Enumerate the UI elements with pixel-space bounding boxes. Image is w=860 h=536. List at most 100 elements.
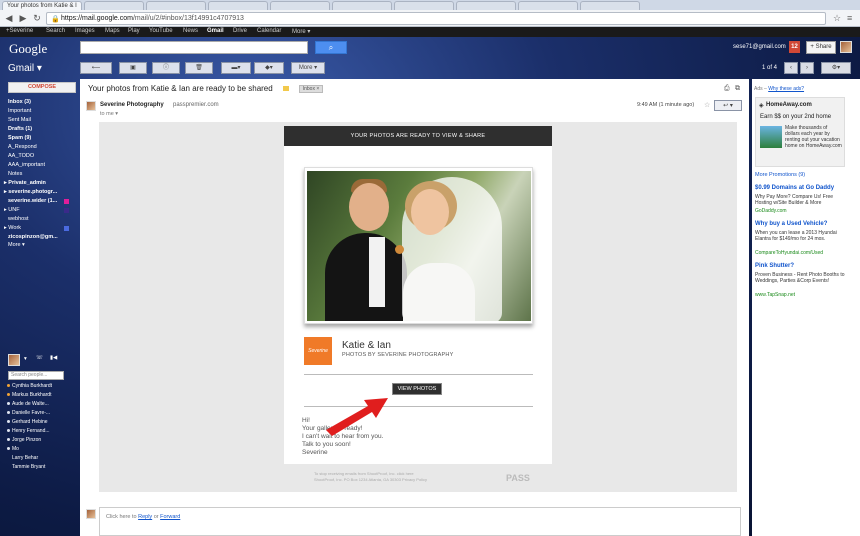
gbar-item[interactable]: News [183, 28, 198, 34]
sidebar-item-label[interactable]: Notes [8, 171, 22, 177]
gallery-photo[interactable] [304, 167, 533, 324]
more-button[interactable]: More ▾ [291, 62, 325, 74]
chat-contact[interactable]: Henry Fernand... [7, 428, 50, 434]
browser-tab[interactable] [146, 1, 206, 10]
gbar-item[interactable]: Calendar [257, 28, 281, 34]
notification-badge[interactable]: 12 [789, 41, 800, 53]
chat-contact[interactable]: Danielle Favre-... [7, 410, 50, 416]
sender-name[interactable]: Severine Photography [100, 102, 164, 108]
move-to-button[interactable]: ▬▾ [221, 62, 251, 74]
browser-tab[interactable] [208, 1, 268, 10]
search-input[interactable] [80, 41, 308, 54]
chat-search-input[interactable]: Search people... [8, 371, 64, 380]
ad-url[interactable]: CompareToHyundai.com/Used [755, 250, 823, 256]
chat-avatar[interactable] [8, 354, 20, 366]
browser-tab[interactable] [394, 1, 454, 10]
gmail-menu[interactable]: Gmail ▾ [8, 63, 42, 74]
video-icon[interactable]: ▮◀ [50, 355, 57, 361]
url-input[interactable]: 🔒 https://mail.google.com/mail/u/2/#inbo… [46, 12, 826, 25]
sidebar-item-label[interactable]: webhost [8, 216, 29, 222]
sidebar-item-sent[interactable]: Sent Mail [8, 117, 31, 123]
reload-icon[interactable]: ↻ [31, 13, 43, 24]
inbox-label-chip[interactable]: Inbox × [299, 85, 323, 93]
chat-contact[interactable]: Mo [7, 446, 19, 452]
new-window-icon[interactable]: ⧉ [735, 85, 740, 93]
back-to-inbox-button[interactable]: ⟵ [80, 62, 112, 74]
chat-contact[interactable]: Jorge Pinzon [7, 437, 41, 443]
chat-contact[interactable]: Cynthia Burkhardt [7, 383, 52, 389]
sidebar-item-label[interactable]: ▸ UNF [4, 207, 20, 213]
sidebar-item-label[interactable]: A_Respond [8, 144, 37, 150]
print-icon[interactable]: ⎙ [724, 85, 730, 93]
ad-url[interactable]: www.TapSnap.net [755, 292, 795, 298]
sidebar-item-label[interactable]: AAA_important [8, 162, 45, 168]
forward-icon[interactable]: ▶ [17, 13, 29, 24]
gbar-item[interactable]: Play [128, 28, 140, 34]
bookmark-star-icon[interactable]: ☆ [833, 13, 841, 24]
sidebar-item-label[interactable]: ▸ Work [4, 225, 21, 231]
gbar-item[interactable]: +Severine [6, 28, 33, 34]
sidebar-item-drafts[interactable]: Drafts (1) [8, 126, 32, 132]
sidebar-item-important[interactable]: Important [8, 108, 31, 114]
quick-reply-box[interactable]: Click here to Reply or Forward [99, 507, 741, 536]
browser-tab[interactable] [518, 1, 578, 10]
gbar-item[interactable]: More ▾ [292, 28, 310, 35]
report-spam-button[interactable]: ⓘ [152, 62, 180, 74]
star-icon[interactable]: ☆ [704, 101, 710, 109]
reply-button[interactable]: ↩ ▾ [714, 100, 742, 111]
sidebar-item-label[interactable]: ▸ severine.photogr... [4, 189, 57, 195]
ad-url[interactable]: GoDaddy.com [755, 208, 787, 214]
view-photos-button[interactable]: VIEW PHOTOS [392, 383, 442, 395]
archive-button[interactable]: ▣ [119, 62, 147, 74]
status-dropdown[interactable]: ▾ [24, 356, 27, 362]
account-email[interactable]: sese71@gmail.com [733, 44, 786, 50]
more-promotions-link[interactable]: More Promotions (9) [755, 172, 805, 178]
browser-tab-active[interactable]: Your photos from Katie & I [2, 1, 82, 10]
forward-link[interactable]: Forward [160, 514, 180, 520]
ad-title[interactable]: $0.99 Domains at Go Daddy [755, 185, 834, 191]
sidebar-item-spam[interactable]: Spam (9) [8, 135, 31, 141]
gbar-item-active[interactable]: Gmail [207, 28, 224, 34]
avatar[interactable] [840, 41, 852, 53]
settings-button[interactable]: ⚙▾ [821, 62, 851, 74]
compose-button[interactable]: COMPOSE [8, 82, 76, 93]
newer-button[interactable]: ‹ [784, 62, 798, 74]
menu-icon[interactable]: ≡ [847, 13, 852, 23]
gbar-item[interactable]: Images [75, 28, 95, 34]
chat-contact[interactable]: Larry Behar [12, 455, 38, 461]
ad-title[interactable]: Pink Shutter? [755, 263, 794, 269]
recipient-details[interactable]: to me ▾ [100, 111, 118, 117]
chat-contact[interactable]: Tammie Bryant [12, 464, 45, 470]
browser-tab[interactable] [456, 1, 516, 10]
sidebar-item-inbox[interactable]: Inbox (3) [8, 99, 31, 105]
chat-contact[interactable]: Gerhard Hebine [7, 419, 48, 425]
sidebar-item-label[interactable]: zicospinzon@gm... [8, 234, 58, 240]
share-button[interactable]: + Share [806, 41, 836, 54]
promo-card[interactable]: ◈ HomeAway.com Earn $$ on your 2nd home … [755, 97, 845, 167]
reply-link[interactable]: Reply [138, 514, 152, 520]
ad-title[interactable]: Why buy a Used Vehicle? [755, 221, 827, 227]
sidebar-item-label[interactable]: AA_TODO [8, 153, 34, 159]
gbar-item[interactable]: YouTube [149, 28, 173, 34]
sidebar-item-label[interactable]: severine.wider (1... [8, 198, 57, 204]
google-logo[interactable]: Google [9, 41, 47, 57]
sidebar-item-label[interactable]: ▸ Private_admin [4, 180, 46, 186]
chat-contact[interactable]: Aude de Walte... [7, 401, 49, 407]
phone-icon[interactable]: ☏ [36, 355, 43, 361]
gbar-item[interactable]: Drive [233, 28, 247, 34]
browser-tab[interactable] [84, 1, 144, 10]
search-button[interactable]: ⌕ [315, 41, 347, 54]
older-button[interactable]: › [800, 62, 814, 74]
back-icon[interactable]: ◀ [3, 13, 15, 24]
gbar-item[interactable]: Maps [105, 28, 120, 34]
delete-button[interactable]: 🗑 [185, 62, 213, 74]
sidebar-more[interactable]: More ▾ [8, 242, 25, 248]
why-these-ads-link[interactable]: Why these ads? [768, 86, 804, 92]
sender-avatar[interactable] [86, 101, 96, 111]
labels-button[interactable]: ◆▾ [254, 62, 284, 74]
gbar-item[interactable]: Search [46, 28, 65, 34]
browser-tab[interactable] [332, 1, 392, 10]
browser-tab[interactable] [580, 1, 640, 10]
photographer-logo[interactable]: Severine [304, 337, 332, 365]
browser-tab[interactable] [270, 1, 330, 10]
